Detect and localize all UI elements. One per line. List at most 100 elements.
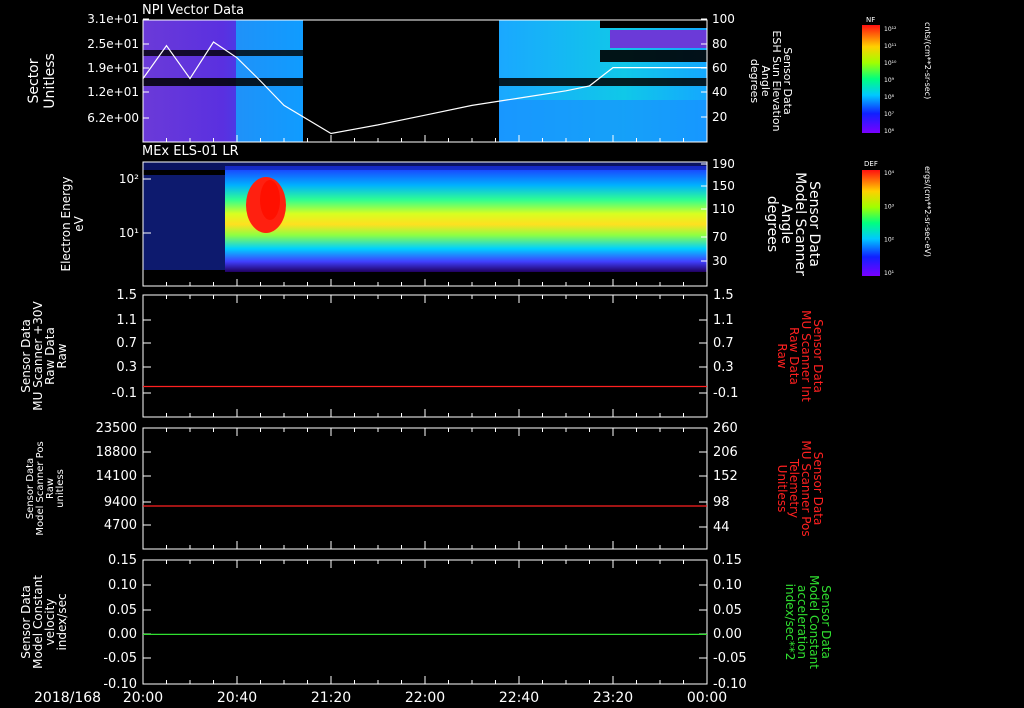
panel1-ytick-label: 3.1e+01 bbox=[87, 12, 139, 26]
colorbar-tick-label: 10⁴ bbox=[884, 170, 895, 177]
time-tick-label: 23:20 bbox=[593, 690, 633, 706]
panel3-y2label: Sensor DataMU Scanner IntRaw DataRaw bbox=[775, 310, 825, 402]
panel3-y2tick-label: 1.5 bbox=[713, 288, 734, 303]
panel4-ytick-label: 4700 bbox=[104, 518, 137, 533]
panel4-y2tick-label: 44 bbox=[713, 520, 730, 535]
time-tick-label: 22:00 bbox=[405, 690, 445, 706]
panel3-y2tick-label: 1.1 bbox=[713, 313, 734, 328]
panel3-frame bbox=[142, 294, 708, 418]
colorbar-tick-label: 10¹⁰ bbox=[884, 60, 897, 67]
panel5-y2tick-label: 0.00 bbox=[713, 627, 742, 642]
panel4-y2label: Sensor DataMU Scanner PosTelemetryUnitle… bbox=[775, 440, 825, 536]
time-axis: 2018/168 20:00 20:40 21:20 22:00 22:40 23:20 0… bbox=[34, 690, 727, 706]
colorbar-tick-label: 10² bbox=[884, 237, 895, 244]
panel3-y2tick-label: 0.7 bbox=[713, 336, 734, 351]
panel2-noise-top bbox=[143, 162, 707, 170]
panel5-ytick-label: 0.00 bbox=[108, 627, 137, 642]
panel1-ylabel-line1: Sector bbox=[26, 58, 42, 103]
panel5: 0.150.100.050.00-0.05-0.100.150.100.050.… bbox=[19, 553, 833, 692]
panel1-ytick-label: 2.5e+01 bbox=[87, 37, 139, 51]
panel2-y2tick-label: 150 bbox=[712, 179, 735, 193]
panel3-y2tick-label: 0.3 bbox=[713, 360, 734, 375]
panel1-ylabel: Sector Unitless bbox=[26, 53, 58, 109]
panel2-y2label: Sensor Data Model Scanner Angle degrees bbox=[764, 172, 822, 276]
panel5-ytick-label: 0.05 bbox=[108, 603, 137, 618]
panel2-y2tick-label: 30 bbox=[712, 254, 727, 268]
panel5-ytick-label: 0.10 bbox=[108, 578, 137, 593]
panel4-ytick-label: 14100 bbox=[96, 469, 137, 484]
panel-npi-vector-data: NPI Vector Data 3.1e+01 2.5e+01 1.9e+01 1.2… bbox=[26, 3, 932, 143]
time-tick-label: 21:20 bbox=[311, 690, 351, 706]
panel1-band-black-3 bbox=[499, 78, 707, 86]
panel4: 23500 18800 14100 9400 4700 260 206 152 98 44 Sens… bbox=[25, 421, 825, 550]
panel1-colorbar-ticks: 10¹² 10¹¹ 10¹⁰ 10⁹ 10⁸ 10⁷ 10⁶ bbox=[884, 26, 897, 135]
panel1-y2tick-label: 100 bbox=[712, 12, 735, 26]
panel2-heatmap-main bbox=[225, 166, 707, 272]
colorbar-tick-label: 10⁷ bbox=[884, 111, 895, 118]
panel1-y2tick-label: 20 bbox=[712, 110, 727, 124]
panel3-y2label-line: Raw bbox=[775, 343, 789, 368]
panel1-band-blue bbox=[499, 100, 707, 142]
panel-mex-els: MEx ELS-01 LR 10² 10¹ 190 150 110 70 30 Elect… bbox=[59, 144, 932, 287]
panel4-ylabel: Sensor Data Model Scanner Pos Raw unitless bbox=[25, 441, 66, 535]
panel2-y2tick-label: 70 bbox=[712, 230, 727, 244]
time-tick-label: 20:00 bbox=[123, 690, 163, 706]
panel1-colorbar: NF 10¹² 10¹¹ 10¹⁰ 10⁹ 10⁸ 10⁷ 10⁶ cnts/(cm**2-… bbox=[862, 16, 932, 135]
panel2-y2tick-label: 110 bbox=[712, 202, 735, 216]
panel3-ytick-label: 1.5 bbox=[116, 288, 137, 303]
plot-canvas: NPI Vector Data 3.1e+01 2.5e+01 1.9e+01 1.2… bbox=[19, 3, 932, 706]
panel5-y2tick-label: 0.10 bbox=[713, 578, 742, 593]
colorbar-tick-label: 10⁹ bbox=[884, 77, 895, 84]
panel1-colorbar-label: NF bbox=[866, 16, 875, 24]
panel5-y2tick-label: 0.15 bbox=[713, 553, 742, 568]
panel1-colorbar-bar bbox=[862, 25, 880, 133]
panel5-y2label: Sensor DataModel Constantaccelerationind… bbox=[783, 575, 833, 669]
panel1-ytick-label: 6.2e+00 bbox=[87, 111, 139, 125]
panel2-hot-region-core bbox=[260, 180, 280, 220]
panel1-band-black-5 bbox=[600, 50, 707, 62]
panel1-y2label: Sensor Data ESH Sun Elevation Angle degr… bbox=[748, 30, 794, 131]
panel4-ylabel-line: unitless bbox=[55, 469, 66, 508]
panel4-y2tick-label: 260 bbox=[713, 421, 738, 436]
panel2-ylabel-line2: eV bbox=[72, 215, 86, 231]
colorbar-tick-label: 10¹ bbox=[884, 270, 895, 277]
panel2-colorbar-ticks: 10⁴ 10³ 10² 10¹ bbox=[884, 170, 895, 277]
panel2-y2tick-label: 190 bbox=[712, 157, 735, 171]
panel2-colorbar: DEF 10⁴ 10³ 10² 10¹ ergs/(cm**2-sr-sec-eV) bbox=[862, 160, 932, 277]
panel2-spectrogram bbox=[143, 162, 707, 286]
colorbar-tick-label: 10¹¹ bbox=[884, 43, 897, 50]
panel5-y2tick-label: 0.05 bbox=[713, 603, 742, 618]
panel4-y2tick-label: 206 bbox=[713, 445, 738, 460]
panel2-colorbar-units: ergs/(cm**2-sr-sec-eV) bbox=[923, 166, 932, 257]
panel2-title: MEx ELS-01 LR bbox=[142, 144, 239, 159]
panel3-ylabel: Sensor DataMU Scanner +30VRaw DataRaw bbox=[19, 301, 69, 411]
panel5-ytick-label: 0.15 bbox=[108, 553, 137, 568]
panel1-y-ticks: 3.1e+01 2.5e+01 1.9e+01 1.2e+01 6.2e+00 bbox=[87, 12, 149, 125]
panel2-heatmap-early bbox=[143, 175, 225, 270]
panel1-band-black-2 bbox=[143, 78, 303, 86]
panel2-y2label-line4: degrees bbox=[764, 196, 780, 252]
panel3-ylabel-line: Raw bbox=[55, 343, 69, 368]
panel3-ytick-label: 1.1 bbox=[116, 313, 137, 328]
panel1-spectrogram bbox=[143, 20, 707, 142]
panel4-y2tick-label: 152 bbox=[713, 469, 738, 484]
panel3-ytick-label: 0.7 bbox=[116, 336, 137, 351]
panel3-ytick-label: 0.3 bbox=[116, 360, 137, 375]
panel2-ylabel: Electron Energy eV bbox=[59, 176, 86, 271]
panel1-colorbar-units: cnts/(cm**2-sr-sec) bbox=[923, 22, 932, 99]
panel1-band-black-4 bbox=[600, 20, 707, 28]
colorbar-tick-label: 10⁸ bbox=[884, 94, 895, 101]
panel1-ylabel-line2: Unitless bbox=[42, 53, 58, 109]
panel1-y2tick-label: 60 bbox=[712, 61, 727, 75]
panel1-title: NPI Vector Data bbox=[142, 3, 244, 18]
colorbar-tick-label: 10³ bbox=[884, 203, 895, 210]
panel5-y2tick-label: -0.05 bbox=[713, 651, 747, 666]
panel4-frame bbox=[142, 427, 708, 550]
panel3: 1.5 1.1 0.7 0.3 -0.1 1.5 1.1 0.7 0.3 -0.1 Sensor D… bbox=[19, 288, 825, 418]
panel5-frame bbox=[142, 559, 708, 685]
panel4-y2label-line: Unitless bbox=[775, 465, 789, 513]
time-tick-labels: 20:00 20:40 21:20 22:00 22:40 23:20 00:00 bbox=[123, 690, 727, 706]
time-tick-label: 22:40 bbox=[499, 690, 539, 706]
panel4-ytick-label: 9400 bbox=[104, 495, 137, 510]
panel2-colorbar-bar bbox=[862, 170, 880, 276]
